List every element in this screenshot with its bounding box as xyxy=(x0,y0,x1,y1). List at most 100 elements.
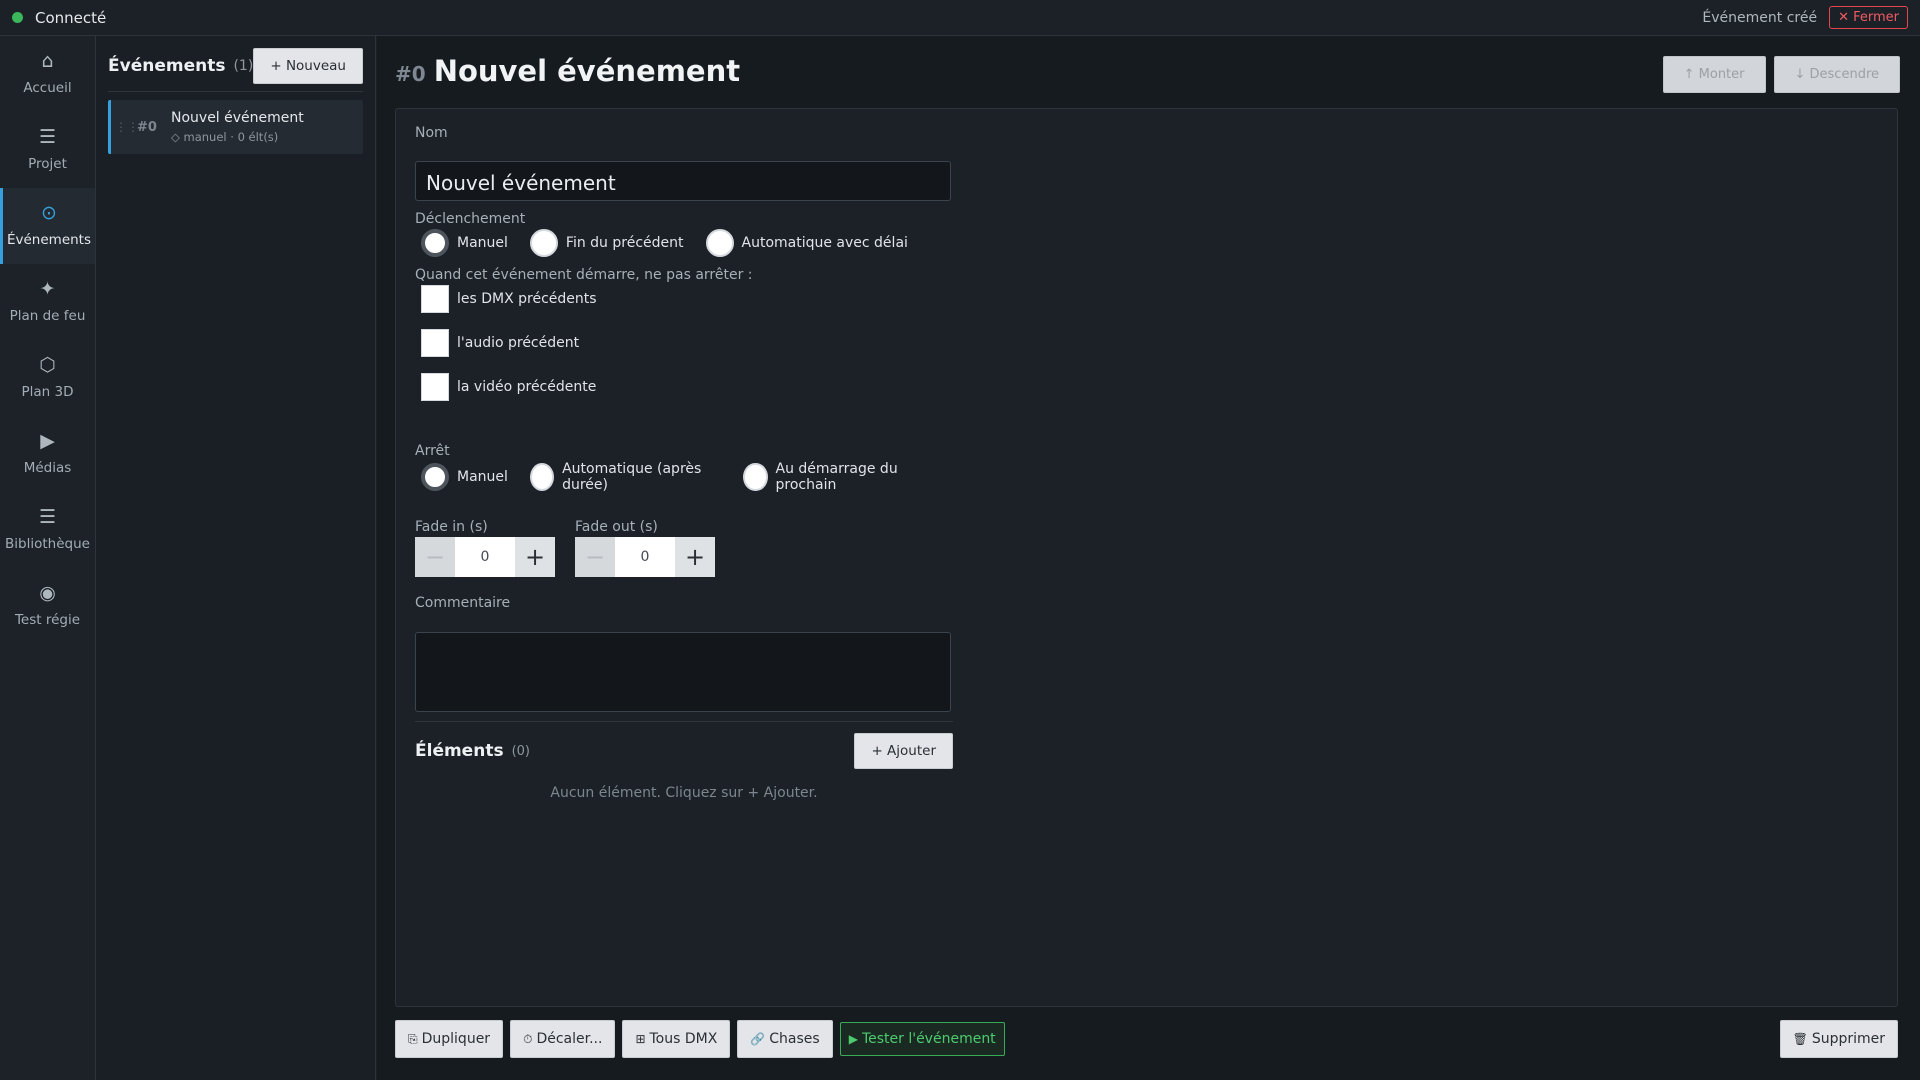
fade-in-label: Fade in (s) xyxy=(415,519,488,535)
trigger-manual-radio[interactable]: Manuel xyxy=(421,229,508,257)
fade-in-stepper: − 0 + xyxy=(415,537,555,577)
radio-button[interactable] xyxy=(421,463,449,491)
keep-audio-checkbox[interactable]: l'audio précédent xyxy=(421,329,579,357)
nav-item-lighting-plan[interactable]: ✦ Plan de feu xyxy=(0,264,95,340)
nav-item-label: Plan de feu xyxy=(9,308,86,324)
fade-in-decrement-button[interactable]: − xyxy=(415,537,455,577)
radio-button[interactable] xyxy=(743,463,768,491)
trigger-label: Déclenchement xyxy=(415,211,526,227)
delete-button[interactable]: 🗑 Supprimer xyxy=(1779,1020,1898,1058)
stop-auto-duration-radio[interactable]: Automatique (après durée) xyxy=(529,461,721,493)
nav-item-label: Projet xyxy=(28,156,67,172)
keep-dmx-checkbox[interactable]: les DMX précédents xyxy=(421,285,597,313)
fade-in-value[interactable]: 0 xyxy=(455,537,515,577)
comment-textarea[interactable] xyxy=(415,632,951,712)
trigger-after-previous-radio[interactable]: Fin du précédent xyxy=(529,229,684,257)
duplicate-button[interactable]: ⎘ Dupliquer xyxy=(395,1020,504,1058)
checkbox[interactable] xyxy=(421,285,449,313)
event-name: Nouvel événement xyxy=(171,110,304,126)
test-event-label: Tester l'événement xyxy=(861,1031,996,1047)
editor-header: #0 Nouvel événement xyxy=(395,54,740,88)
stop-on-next-radio[interactable]: Au démarrage du prochain xyxy=(743,461,933,493)
divider xyxy=(415,721,953,722)
radio-label: Automatique avec délai xyxy=(741,235,908,251)
fade-out-decrement-button[interactable]: − xyxy=(575,537,615,577)
editor-footer: ⎘ Dupliquer ⏱ Décaler... ⊞ Tous DMX 🔗 Ch… xyxy=(395,1020,1898,1058)
nav-item-3d-plan[interactable]: ⬡ Plan 3D xyxy=(0,340,95,416)
checkbox-label: la vidéo précédente xyxy=(457,379,597,395)
main-nav: ⌂ Accueil ☰ Projet ⊙ Événements ✦ Plan d… xyxy=(0,36,96,1080)
stop-radio-group: Manuel Automatique (après durée) Au déma… xyxy=(421,461,955,493)
editor-event-number: #0 xyxy=(395,62,426,86)
nav-item-home[interactable]: ⌂ Accueil xyxy=(0,36,95,112)
keep-video-checkbox[interactable]: la vidéo précédente xyxy=(421,373,596,401)
trigger-auto-delay-radio[interactable]: Automatique avec délai xyxy=(705,229,908,257)
nav-item-label: Test régie xyxy=(14,612,81,628)
add-element-button[interactable]: + Ajouter xyxy=(854,733,953,769)
nav-item-label: Bibliothèque xyxy=(5,536,90,552)
nav-item-project[interactable]: ☰ Projet xyxy=(0,112,95,188)
play-icon: ▶ xyxy=(848,1032,858,1046)
radio-button[interactable] xyxy=(421,229,449,257)
radio-label: Fin du précédent xyxy=(565,235,684,251)
name-label: Nom xyxy=(415,125,448,141)
event-list-title: Événements xyxy=(108,55,226,76)
all-dmx-button[interactable]: ⊞ Tous DMX xyxy=(622,1020,731,1058)
elements-empty-message: Aucun élément. Cliquez sur + Ajouter. xyxy=(550,785,818,801)
event-info: Nouvel événement ◇ manuel · 0 élt(s) xyxy=(171,110,304,144)
fade-out-increment-button[interactable]: + xyxy=(675,537,715,577)
chases-button[interactable]: 🔗 Chases xyxy=(737,1020,833,1058)
radio-button[interactable] xyxy=(529,463,555,491)
checkbox[interactable] xyxy=(421,373,449,401)
library-icon: ☰ xyxy=(38,506,57,528)
nav-item-library[interactable]: ☰ Bibliothèque xyxy=(0,492,95,568)
timer-icon: ⏱ xyxy=(523,1031,533,1046)
event-meta: ◇ manuel · 0 élt(s) xyxy=(171,130,279,144)
nav-item-stage-test[interactable]: ◉ Test régie xyxy=(0,568,95,644)
chases-label: Chases xyxy=(769,1031,820,1047)
nav-item-media[interactable]: ▶ Médias xyxy=(0,416,95,492)
trash-icon: 🗑 xyxy=(1792,1032,1808,1046)
fade-out-label: Fade out (s) xyxy=(575,519,658,535)
new-event-button[interactable]: + Nouveau xyxy=(253,47,363,84)
elements-count: (0) xyxy=(511,743,530,759)
checkbox-label: l'audio précédent xyxy=(457,335,580,351)
event-editor: #0 Nouvel événement ↑ Monter ↓ Descendre… xyxy=(377,36,1920,1080)
link-icon: 🔗 xyxy=(750,1032,766,1046)
nav-item-label: Événements xyxy=(6,232,92,248)
project-icon: ☰ xyxy=(38,126,57,148)
close-notification-button[interactable]: ✕ Fermer xyxy=(1829,6,1908,29)
fade-out-value[interactable]: 0 xyxy=(615,537,675,577)
stop-manual-radio[interactable]: Manuel xyxy=(421,463,508,491)
no-stop-label: Quand cet événement démarre, ne pas arrê… xyxy=(415,267,753,283)
3d-plan-icon: ⬡ xyxy=(39,354,56,376)
event-list-panel: Événements (1) + Nouveau ⋮⋮ #0 Nouvel év… xyxy=(96,36,376,1080)
drag-handle-icon[interactable]: ⋮⋮ xyxy=(115,120,139,134)
test-event-button[interactable]: ▶ Tester l'événement xyxy=(839,1022,1005,1056)
radio-button[interactable] xyxy=(705,229,734,257)
move-down-button[interactable]: ↓ Descendre xyxy=(1773,56,1900,93)
radio-label: Au démarrage du prochain xyxy=(775,461,898,493)
nav-item-label: Accueil xyxy=(23,80,72,96)
elements-header: Éléments (0) + Ajouter xyxy=(415,731,953,771)
page-title: Nouvel événement xyxy=(433,54,741,88)
radio-label: Automatique (après durée) xyxy=(562,461,702,493)
fade-in-increment-button[interactable]: + xyxy=(515,537,555,577)
name-input[interactable]: Nouvel événement xyxy=(415,161,951,201)
fade-out-stepper: − 0 + xyxy=(575,537,715,577)
nav-item-label: Médias xyxy=(23,460,72,476)
lighting-plan-icon: ✦ xyxy=(39,278,56,300)
shift-button[interactable]: ⏱ Décaler... xyxy=(510,1020,616,1058)
event-list-header: Événements (1) + Nouveau xyxy=(108,47,363,92)
elements-title: Éléments xyxy=(415,741,504,761)
nav-item-events[interactable]: ⊙ Événements xyxy=(0,188,95,264)
stage-test-icon: ◉ xyxy=(39,582,56,604)
move-up-button[interactable]: ↑ Monter xyxy=(1662,56,1766,93)
event-list-count: (1) xyxy=(233,57,254,74)
event-list-item[interactable]: ⋮⋮ #0 Nouvel événement ◇ manuel · 0 élt(… xyxy=(108,100,363,154)
radio-button[interactable] xyxy=(529,229,558,257)
move-buttons: ↑ Monter ↓ Descendre xyxy=(1662,56,1900,93)
connection-status-icon xyxy=(12,12,23,23)
checkbox[interactable] xyxy=(421,329,449,357)
stop-label: Arrêt xyxy=(415,443,450,459)
